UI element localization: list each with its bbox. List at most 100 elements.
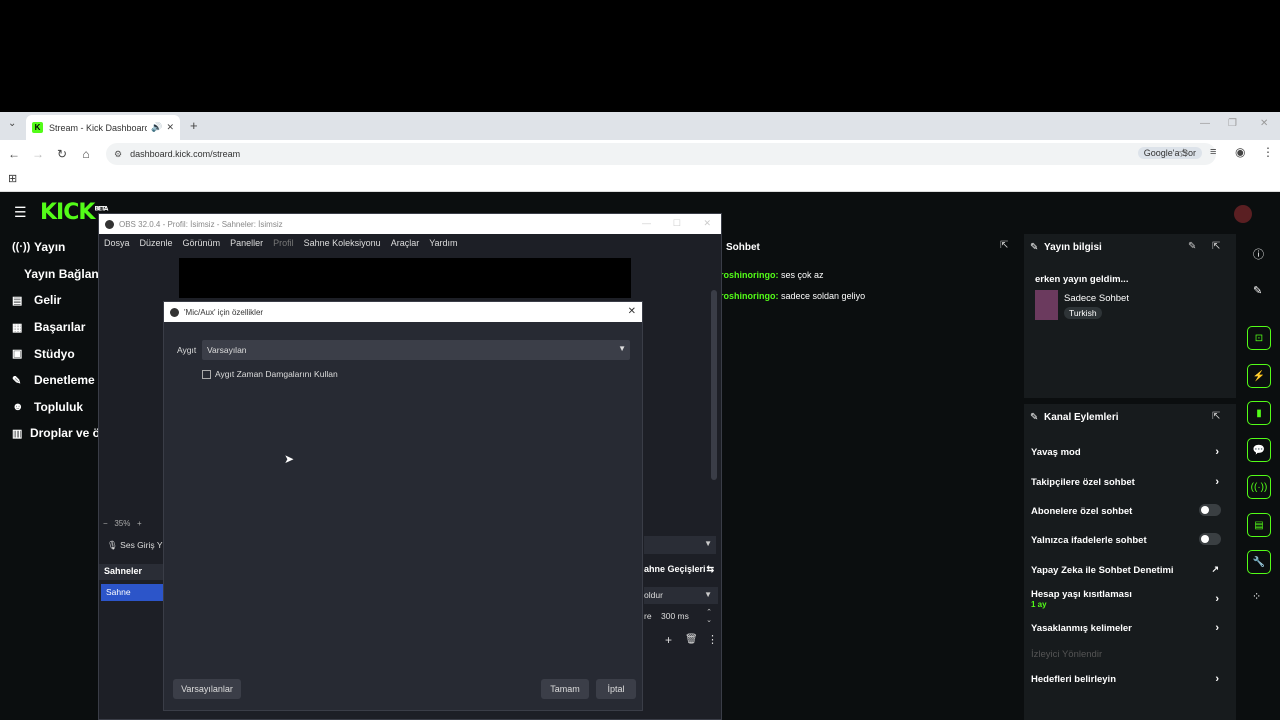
- rail-button-1[interactable]: ⊡: [1247, 326, 1271, 350]
- followers-only-item[interactable]: Takipçilere özel sohbet ›: [1031, 476, 1229, 488]
- forward-icon[interactable]: →: [26, 147, 50, 161]
- browser-window: ⌄ K Stream - Kick Dashboard 🔊 ✕ + — ❐ ✕ …: [0, 112, 1280, 192]
- menu-yardim[interactable]: Yardım: [429, 238, 457, 248]
- obs-menubar: Dosya Düzenle Görünüm Paneller Profil Sa…: [99, 234, 721, 251]
- defaults-button[interactable]: Varsayılanlar: [173, 679, 241, 699]
- rail-button-2[interactable]: ⚡: [1247, 364, 1271, 388]
- pencil-icon[interactable]: ✎: [1253, 284, 1262, 297]
- new-tab-icon[interactable]: +: [190, 118, 198, 133]
- rail-button-6[interactable]: ▤: [1247, 513, 1271, 537]
- sidebar-item-studyo[interactable]: ▣ Stüdyo: [0, 340, 100, 367]
- scene-item[interactable]: Sahne: [101, 584, 163, 601]
- set-goals-item[interactable]: Hedefleri belirleyin ›: [1031, 673, 1229, 685]
- restore-icon[interactable]: ❐: [1228, 118, 1237, 129]
- more-options-icon[interactable]: ⋮: [707, 633, 718, 646]
- ok-button[interactable]: Tamam: [541, 679, 589, 699]
- chevron-right-icon: ›: [1215, 673, 1219, 685]
- site-info-icon[interactable]: ⚙: [114, 149, 122, 160]
- info-icon[interactable]: ⓘ: [1253, 246, 1264, 262]
- cancel-button[interactable]: İptal: [596, 679, 636, 699]
- menu-profil[interactable]: Profil: [273, 238, 294, 248]
- stream-info-panel: ✎ Yayın bilgisi ✎ ⇱ erken yayın geldim..…: [1024, 234, 1236, 398]
- obs-dropdown[interactable]: ▼: [644, 536, 716, 554]
- obs-maximize-icon[interactable]: ☐: [673, 218, 681, 229]
- transition-select[interactable]: oldur ▼: [644, 587, 718, 604]
- obs-close-icon[interactable]: ✕: [703, 218, 711, 229]
- sidebar-item-droplar[interactable]: ▥ Droplar ve ö: [0, 420, 100, 447]
- broadcast-rail-icon[interactable]: ((·)): [1247, 475, 1271, 499]
- subscribers-only-toggle[interactable]: [1199, 504, 1221, 516]
- avatar[interactable]: [1234, 205, 1252, 223]
- account-age-item[interactable]: Hesap yaşı kısıtlaması › 1 ay: [1031, 589, 1229, 609]
- close-window-icon[interactable]: ✕: [1260, 118, 1268, 129]
- popout-info-icon[interactable]: ⇱: [1212, 241, 1220, 252]
- add-icon[interactable]: +: [665, 633, 672, 647]
- popout-actions-icon[interactable]: ⇱: [1212, 411, 1220, 422]
- slow-mode-item[interactable]: Yavaş mod ›: [1031, 446, 1229, 458]
- obs-minimize-icon[interactable]: —: [642, 218, 651, 228]
- audio-icon[interactable]: 🔊: [151, 122, 162, 133]
- menu-sahne-koleksiyonu[interactable]: Sahne Koleksiyonu: [304, 238, 381, 248]
- more-icon[interactable]: ⁘: [1252, 590, 1261, 603]
- obs-logo-icon: [170, 307, 179, 317]
- audio-source[interactable]: 🎙 Ses Giriş Y: [107, 540, 163, 551]
- bookmarks-bar: ⊞: [0, 168, 1280, 192]
- timestamp-checkbox[interactable]: [202, 369, 211, 379]
- sidebar-item-denetleme[interactable]: ✎ Denetleme: [0, 367, 100, 394]
- trash-icon[interactable]: 🗑: [685, 634, 698, 645]
- emotes-only-item[interactable]: Yalnızca ifadelerle sohbet: [1031, 533, 1229, 546]
- sidebar-item-topluluk[interactable]: ☻ Topluluk: [0, 394, 100, 421]
- wrench-icon[interactable]: 🔧: [1247, 550, 1271, 574]
- ai-moderation-item[interactable]: Yapay Zeka ile Sohbet Denetimi ↗: [1031, 564, 1229, 576]
- sidebar-item-basarilar[interactable]: ▦ Başarılar: [0, 314, 100, 341]
- close-tab-icon[interactable]: ✕: [166, 122, 174, 133]
- obs-logo-icon: [105, 219, 114, 229]
- apps-icon[interactable]: ⊞: [8, 173, 17, 185]
- chat-rail-icon[interactable]: 💬: [1247, 438, 1271, 462]
- hamburger-menu-icon[interactable]: ☰: [14, 204, 27, 221]
- broadcast-icon: ((·)): [12, 241, 31, 254]
- reload-icon[interactable]: ↻: [50, 147, 74, 161]
- banned-words-item[interactable]: Yasaklanmış kelimeler ›: [1031, 622, 1229, 634]
- minimize-icon[interactable]: —: [1200, 118, 1210, 129]
- emotes-only-toggle[interactable]: [1199, 533, 1221, 545]
- popout-chat-icon[interactable]: ⇱: [1000, 240, 1008, 251]
- sidebar-item-gelir[interactable]: ▤ Gelir: [0, 287, 100, 314]
- address-bar[interactable]: ⚙ dashboard.kick.com/stream Google'a Sor: [106, 143, 1216, 165]
- menu-paneller[interactable]: Paneller: [230, 238, 263, 248]
- sidebar-item-yayin[interactable]: ((·)) Yayın: [0, 234, 100, 261]
- obs-scrollbar[interactable]: [711, 290, 717, 480]
- back-icon[interactable]: ←: [2, 147, 26, 161]
- profile-icon[interactable]: ◉: [1235, 145, 1245, 159]
- transitions-header: ahne Geçişleri ⇆: [644, 564, 714, 574]
- duration-field[interactable]: re 300 ms ⌃ ⌄: [644, 609, 718, 628]
- bookmark-star-icon[interactable]: ☆: [1178, 146, 1189, 160]
- home-icon[interactable]: ⌂: [74, 147, 98, 161]
- subscribers-only-item[interactable]: Abonelere özel sohbet: [1031, 504, 1229, 517]
- chat-message: roshinoringo: ses çok az: [720, 270, 824, 280]
- zoom-controls[interactable]: − 35% +: [103, 519, 142, 528]
- rail-button-3[interactable]: ▮: [1247, 401, 1271, 425]
- stream-title: erken yayın geldim...: [1035, 274, 1129, 285]
- chevron-right-icon: ›: [1215, 446, 1219, 458]
- dialog-close-icon[interactable]: ✕: [628, 306, 636, 317]
- menu-icon[interactable]: ⋮: [1262, 145, 1274, 159]
- timestamp-option[interactable]: Aygıt Zaman Damgalarını Kullan: [202, 369, 338, 379]
- google-sor-button[interactable]: Google'a Sor: [1137, 147, 1202, 159]
- menu-araclar[interactable]: Araçlar: [391, 238, 420, 248]
- menu-gorunum[interactable]: Görünüm: [183, 238, 221, 248]
- menu-duzenle[interactable]: Düzenle: [140, 238, 173, 248]
- kick-sidebar: ((·))Yayın Yayın Bağlantıs ▤Gelir ▦Başar…: [0, 234, 100, 720]
- viewer-redirect-item: İzleyici Yönlendir: [1031, 649, 1103, 660]
- sidebar-item-yayin-baglantisi[interactable]: Yayın Bağlantıs: [0, 261, 100, 288]
- dialog-titlebar: 'Mic/Aux' için özellikler ✕: [164, 302, 642, 322]
- menu-dosya[interactable]: Dosya: [104, 238, 130, 248]
- extensions-icon[interactable]: ≡: [1210, 146, 1216, 158]
- url-text: dashboard.kick.com/stream: [130, 149, 241, 159]
- tab-title: Stream - Kick Dashboard: [49, 122, 148, 133]
- device-select[interactable]: Varsayılan ▼: [202, 340, 630, 360]
- browser-tab[interactable]: K Stream - Kick Dashboard 🔊 ✕: [26, 115, 180, 140]
- edit-icon[interactable]: ✎: [1188, 241, 1196, 252]
- obs-preview[interactable]: [179, 258, 631, 298]
- tab-search-icon[interactable]: ⌄: [8, 118, 16, 129]
